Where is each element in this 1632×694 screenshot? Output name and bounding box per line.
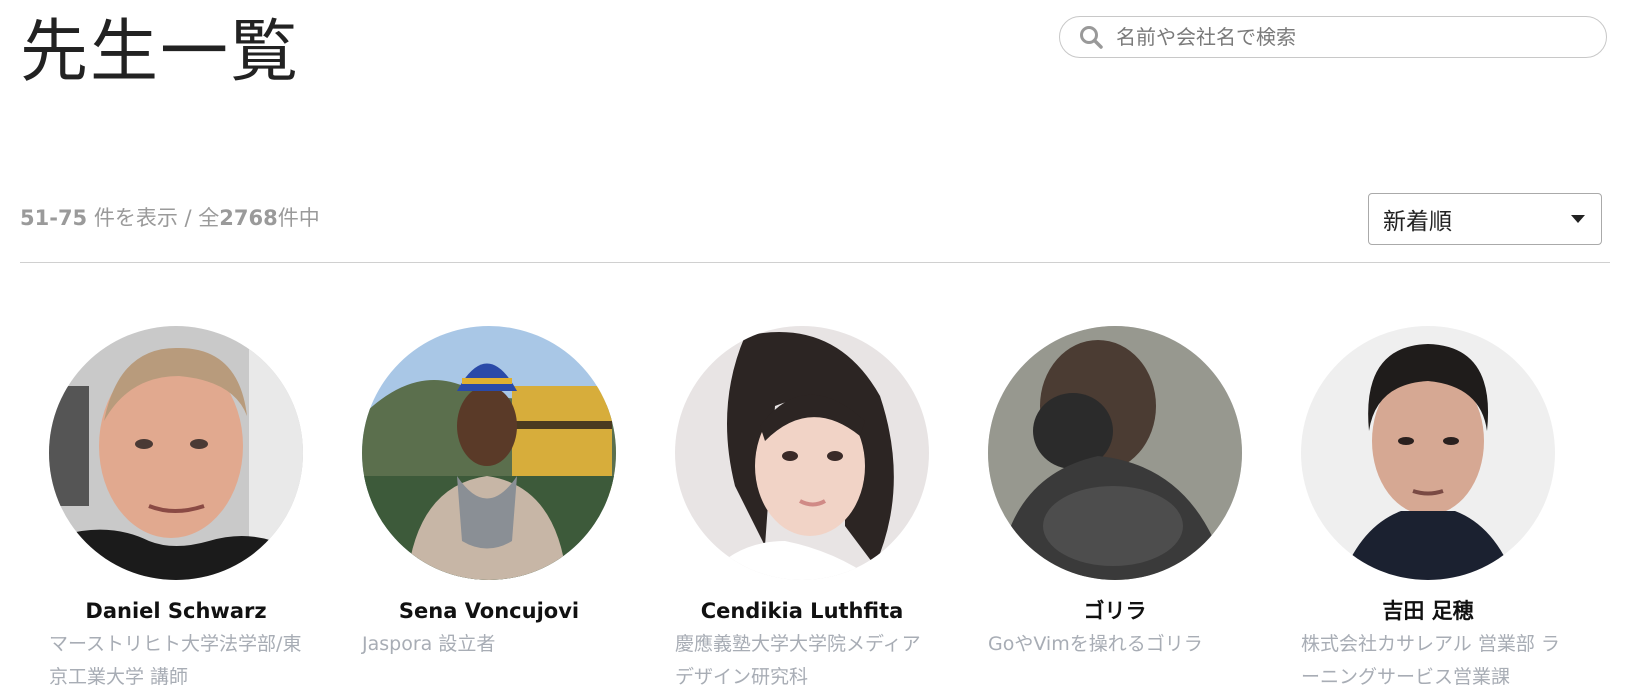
gorilla-photo-icon xyxy=(988,326,1242,580)
teacher-title: マーストリヒト大学法学部/東京工業大学 講師 xyxy=(49,633,302,688)
divider xyxy=(20,262,1610,263)
search-icon xyxy=(1080,26,1103,49)
teacher-title: Jaspora 設立者 xyxy=(362,633,496,655)
person-photo-icon xyxy=(362,326,616,580)
teacher-card[interactable]: ゴリラ GoやVimを操れるゴリラ xyxy=(965,326,1265,661)
sort-select[interactable]: 新着順 xyxy=(1368,193,1602,245)
teacher-name[interactable]: ゴリラ xyxy=(965,596,1265,626)
teacher-title: GoやVimを操れるゴリラ xyxy=(988,633,1203,655)
person-photo-icon xyxy=(49,326,303,580)
teacher-name[interactable]: Cendikia Luthfita xyxy=(652,596,952,626)
teacher-name[interactable]: 吉田 足穂 xyxy=(1278,596,1578,626)
result-total-suffix: 件中 xyxy=(277,206,320,230)
teacher-avatar[interactable] xyxy=(988,326,1242,580)
person-photo-icon xyxy=(675,326,929,580)
result-range: 51-75 xyxy=(20,206,88,230)
teacher-name[interactable]: Daniel Schwarz xyxy=(26,596,326,626)
result-count: 51-75 件を表示 / 全2768件中 xyxy=(20,202,320,232)
teacher-card[interactable]: Sena Voncujovi Jaspora 設立者 xyxy=(339,326,639,661)
sort-selected-value: 新着順 xyxy=(1383,209,1452,235)
teacher-title: 株式会社カサレアル 営業部 ラーニングサービス営業課 xyxy=(1301,633,1560,688)
teacher-avatar[interactable] xyxy=(362,326,616,580)
search-box[interactable] xyxy=(1059,16,1607,58)
page-title: 先生一覧 xyxy=(20,13,301,92)
teacher-card[interactable]: 吉田 足穂 株式会社カサレアル 営業部 ラーニングサービス営業課 xyxy=(1278,326,1578,694)
result-range-suffix: 件を表示 / 全 xyxy=(87,206,220,230)
chevron-down-icon xyxy=(1571,215,1585,223)
teacher-avatar[interactable] xyxy=(1301,326,1555,580)
teacher-card[interactable]: Daniel Schwarz マーストリヒト大学法学部/東京工業大学 講師 xyxy=(26,326,326,694)
teacher-avatar[interactable] xyxy=(49,326,303,580)
teacher-avatar[interactable] xyxy=(675,326,929,580)
search-input[interactable] xyxy=(1114,24,1588,50)
teacher-card[interactable]: Cendikia Luthfita 慶應義塾大学大学院メディアデザイン研究科 xyxy=(652,326,952,694)
person-photo-icon xyxy=(1301,326,1555,580)
teacher-name[interactable]: Sena Voncujovi xyxy=(339,596,639,626)
teacher-title: 慶應義塾大学大学院メディアデザイン研究科 xyxy=(675,633,921,688)
result-total: 2768 xyxy=(219,206,278,230)
